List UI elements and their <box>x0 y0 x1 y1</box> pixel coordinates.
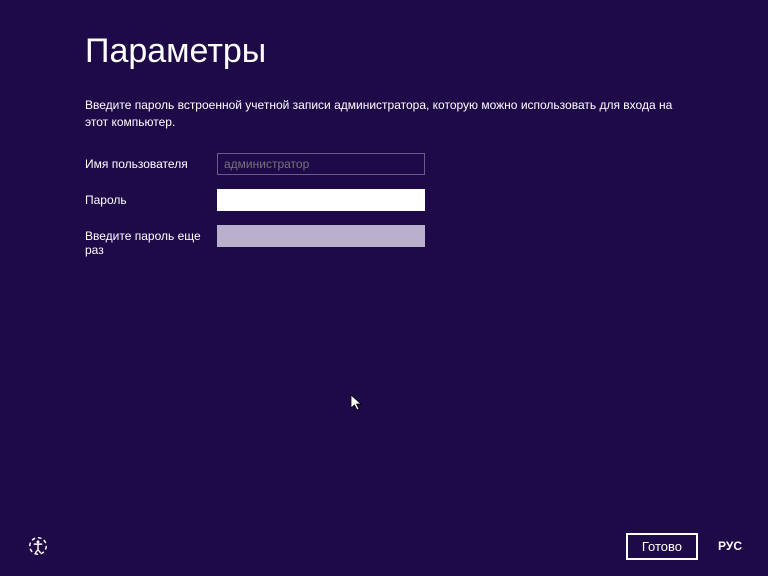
done-button[interactable]: Готово <box>626 533 698 560</box>
password-confirm-input[interactable] <box>217 225 425 247</box>
ease-of-access-icon[interactable] <box>26 534 50 558</box>
instruction-text: Введите пароль встроенной учетной записи… <box>85 97 683 131</box>
language-indicator[interactable]: РУС <box>718 539 742 553</box>
password-input[interactable] <box>217 189 425 211</box>
mouse-cursor <box>350 394 364 417</box>
password-confirm-row: Введите пароль еще раз <box>85 225 683 257</box>
page-title: Параметры <box>85 32 683 71</box>
password-row: Пароль <box>85 189 683 211</box>
username-input[interactable] <box>217 153 425 175</box>
username-row: Имя пользователя <box>85 153 683 175</box>
username-label: Имя пользователя <box>85 153 217 171</box>
password-label: Пароль <box>85 189 217 207</box>
password-confirm-label: Введите пароль еще раз <box>85 225 217 257</box>
footer-bar: Готово РУС <box>0 516 768 576</box>
